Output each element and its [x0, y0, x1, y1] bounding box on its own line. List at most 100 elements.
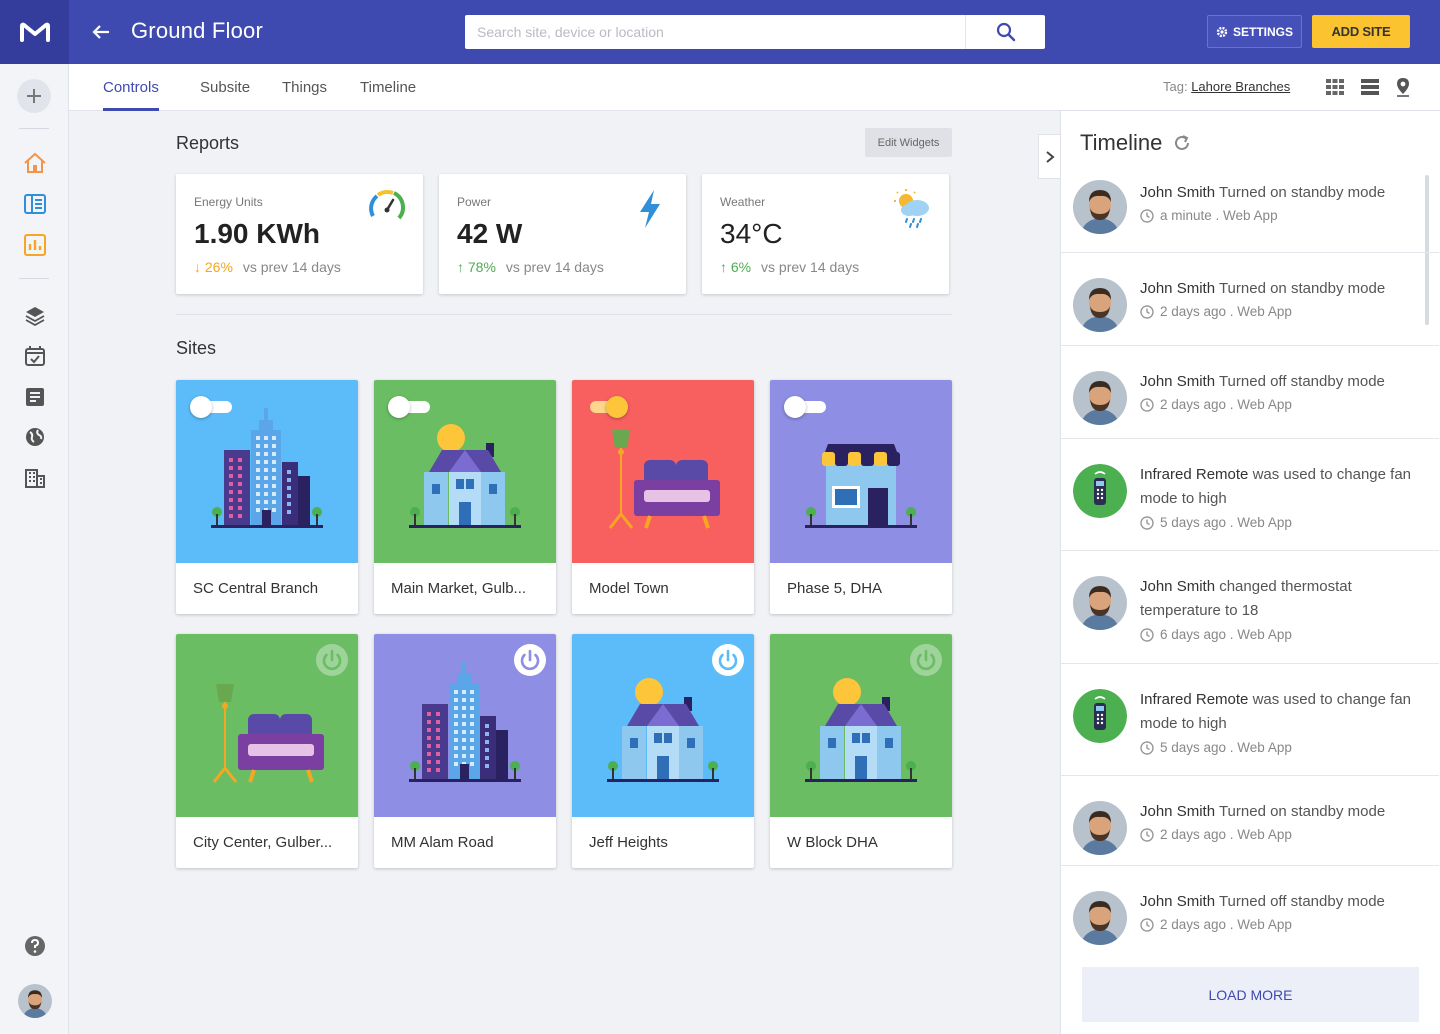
load-more-button[interactable]: LOAD MORE	[1082, 967, 1419, 1022]
collapse-panel-button[interactable]	[1038, 134, 1061, 179]
remote-icon	[1073, 464, 1127, 518]
bar-chart-icon	[23, 234, 46, 256]
report-card-weather[interactable]: Weather 34°C ↑ 6% vs prev 14 days	[702, 174, 949, 294]
tag-link[interactable]: Lahore Branches	[1191, 79, 1290, 94]
site-toggle[interactable]	[784, 396, 828, 418]
sidebar-item-dashboard[interactable]	[0, 187, 69, 221]
sidebar-item-globe[interactable]	[0, 420, 69, 454]
timeline-item[interactable]: John Smith Turned on standby mode 2 days …	[1061, 253, 1439, 346]
site-toggle[interactable]	[388, 396, 432, 418]
timeline-meta: 2 days ago . Web App	[1140, 917, 1292, 932]
tab-things[interactable]: Things	[282, 64, 327, 111]
timeline-meta: 2 days ago . Web App	[1140, 397, 1292, 412]
site-toggle[interactable]	[190, 396, 234, 418]
timeline-item[interactable]: Infrared Remote was used to change fan m…	[1061, 664, 1439, 776]
timeline-actor[interactable]: John Smith	[1140, 893, 1215, 910]
clock-icon	[1140, 627, 1154, 642]
site-name: Jeff Heights	[589, 834, 668, 851]
report-delta-value: 26%	[204, 259, 233, 275]
power-icon[interactable]	[712, 644, 744, 676]
sidebar-divider	[19, 128, 49, 129]
up-arrow-icon: ↑	[720, 259, 727, 275]
settings-button[interactable]: SETTINGS	[1207, 15, 1302, 48]
power-icon[interactable]	[316, 644, 348, 676]
report-delta-value: 6%	[730, 259, 752, 275]
sidebar-item-logs[interactable]	[0, 380, 69, 414]
tag-filter: Tag: Lahore Branches	[1163, 79, 1290, 94]
sidebar-item-layers[interactable]	[0, 298, 69, 332]
avatar	[1073, 180, 1127, 234]
timeline-action: Turned off standby mode	[1218, 373, 1385, 390]
map-view-icon[interactable]	[1393, 77, 1413, 97]
timeline-item[interactable]: John Smith Turned off standby mode 2 days…	[1061, 866, 1439, 959]
timeline-action: Turned on standby mode	[1218, 184, 1386, 201]
edit-widgets-button[interactable]: Edit Widgets	[865, 128, 952, 157]
add-site-button[interactable]: ADD SITE	[1312, 15, 1410, 48]
site-card[interactable]: W Block DHA	[770, 634, 952, 868]
report-delta: ↑ 78% vs prev 14 days	[457, 259, 604, 275]
grid-view-icon[interactable]	[1325, 77, 1345, 97]
avatar	[1073, 891, 1127, 945]
search-box	[465, 15, 1045, 49]
timeline-item[interactable]: John Smith Turned on standby mode 2 days …	[1061, 776, 1439, 866]
tab-timeline[interactable]: Timeline	[360, 64, 416, 111]
timeline-actor[interactable]: John Smith	[1140, 280, 1215, 297]
timeline-actor[interactable]: Infrared Remote	[1140, 691, 1248, 708]
site-card[interactable]: Phase 5, DHA	[770, 380, 952, 614]
back-arrow-icon[interactable]	[88, 20, 114, 44]
calendar-check-icon	[24, 346, 45, 366]
site-card[interactable]: MM Alam Road	[374, 634, 556, 868]
search-button[interactable]	[965, 15, 1045, 49]
power-icon[interactable]	[910, 644, 942, 676]
sidebar-item-schedule[interactable]	[0, 339, 69, 373]
gear-icon	[1216, 26, 1228, 37]
clock-icon	[1140, 397, 1154, 412]
reports-title: Reports	[176, 133, 240, 153]
timeline-item[interactable]: John Smith Turned off standby mode 2 days…	[1061, 346, 1439, 439]
add-button[interactable]	[17, 79, 51, 113]
site-card[interactable]: SC Central Branch	[176, 380, 358, 614]
site-card[interactable]: City Center, Gulber...	[176, 634, 358, 868]
timeline-title: Timeline	[1080, 130, 1163, 155]
tab-controls[interactable]: Controls	[103, 64, 159, 111]
timeline-actor[interactable]: John Smith	[1140, 803, 1215, 820]
app-logo[interactable]	[0, 0, 69, 64]
timeline-time: a minute . Web App	[1160, 208, 1278, 223]
site-card[interactable]: Jeff Heights	[572, 634, 754, 868]
timeline-actor[interactable]: John Smith	[1140, 373, 1215, 390]
site-toggle[interactable]	[586, 396, 630, 418]
timeline-actor[interactable]: John Smith	[1140, 184, 1215, 201]
timeline-item[interactable]: Infrared Remote was used to change fan m…	[1061, 439, 1439, 551]
timeline-meta: a minute . Web App	[1140, 208, 1278, 223]
report-compare: vs prev 14 days	[761, 259, 860, 275]
weather-icon	[894, 189, 929, 228]
report-label: Power	[457, 195, 492, 209]
search-input[interactable]	[465, 15, 965, 49]
tab-subsite[interactable]: Subsite	[200, 64, 250, 111]
site-card[interactable]: Main Market, Gulb...	[374, 380, 556, 614]
timeline-actor[interactable]: John Smith	[1140, 578, 1215, 595]
timeline-time: 5 days ago . Web App	[1160, 515, 1292, 530]
site-card[interactable]: Model Town	[572, 380, 754, 614]
refresh-icon[interactable]	[1172, 133, 1192, 153]
report-card-energy[interactable]: Energy Units 1.90 KWh ↓ 26% vs prev 14 d…	[176, 174, 423, 294]
timeline-item[interactable]: John Smith Turned on standby mode a minut…	[1061, 175, 1439, 253]
report-compare: vs prev 14 days	[242, 259, 341, 275]
timeline-text: Infrared Remote was used to change fan m…	[1140, 463, 1420, 511]
site-name: City Center, Gulber...	[193, 834, 333, 851]
sidebar-item-home[interactable]	[0, 146, 69, 180]
left-sidebar	[0, 64, 69, 1034]
sidebar-item-reports[interactable]	[0, 228, 69, 262]
timeline-item[interactable]: John Smith changed thermostat temperatur…	[1061, 551, 1439, 664]
sidebar-item-help[interactable]	[0, 929, 69, 963]
home-icon	[23, 152, 46, 173]
timeline-actor[interactable]: Infrared Remote	[1140, 466, 1248, 483]
sidebar-item-buildings[interactable]	[0, 461, 69, 495]
report-card-power[interactable]: Power 42 W ↑ 78% vs prev 14 days	[439, 174, 686, 294]
power-icon[interactable]	[514, 644, 546, 676]
user-avatar[interactable]	[18, 984, 52, 1018]
avatar	[1073, 278, 1127, 332]
list-view-icon[interactable]	[1360, 77, 1380, 97]
clock-icon	[1140, 208, 1154, 223]
timeline-time: 2 days ago . Web App	[1160, 827, 1292, 842]
